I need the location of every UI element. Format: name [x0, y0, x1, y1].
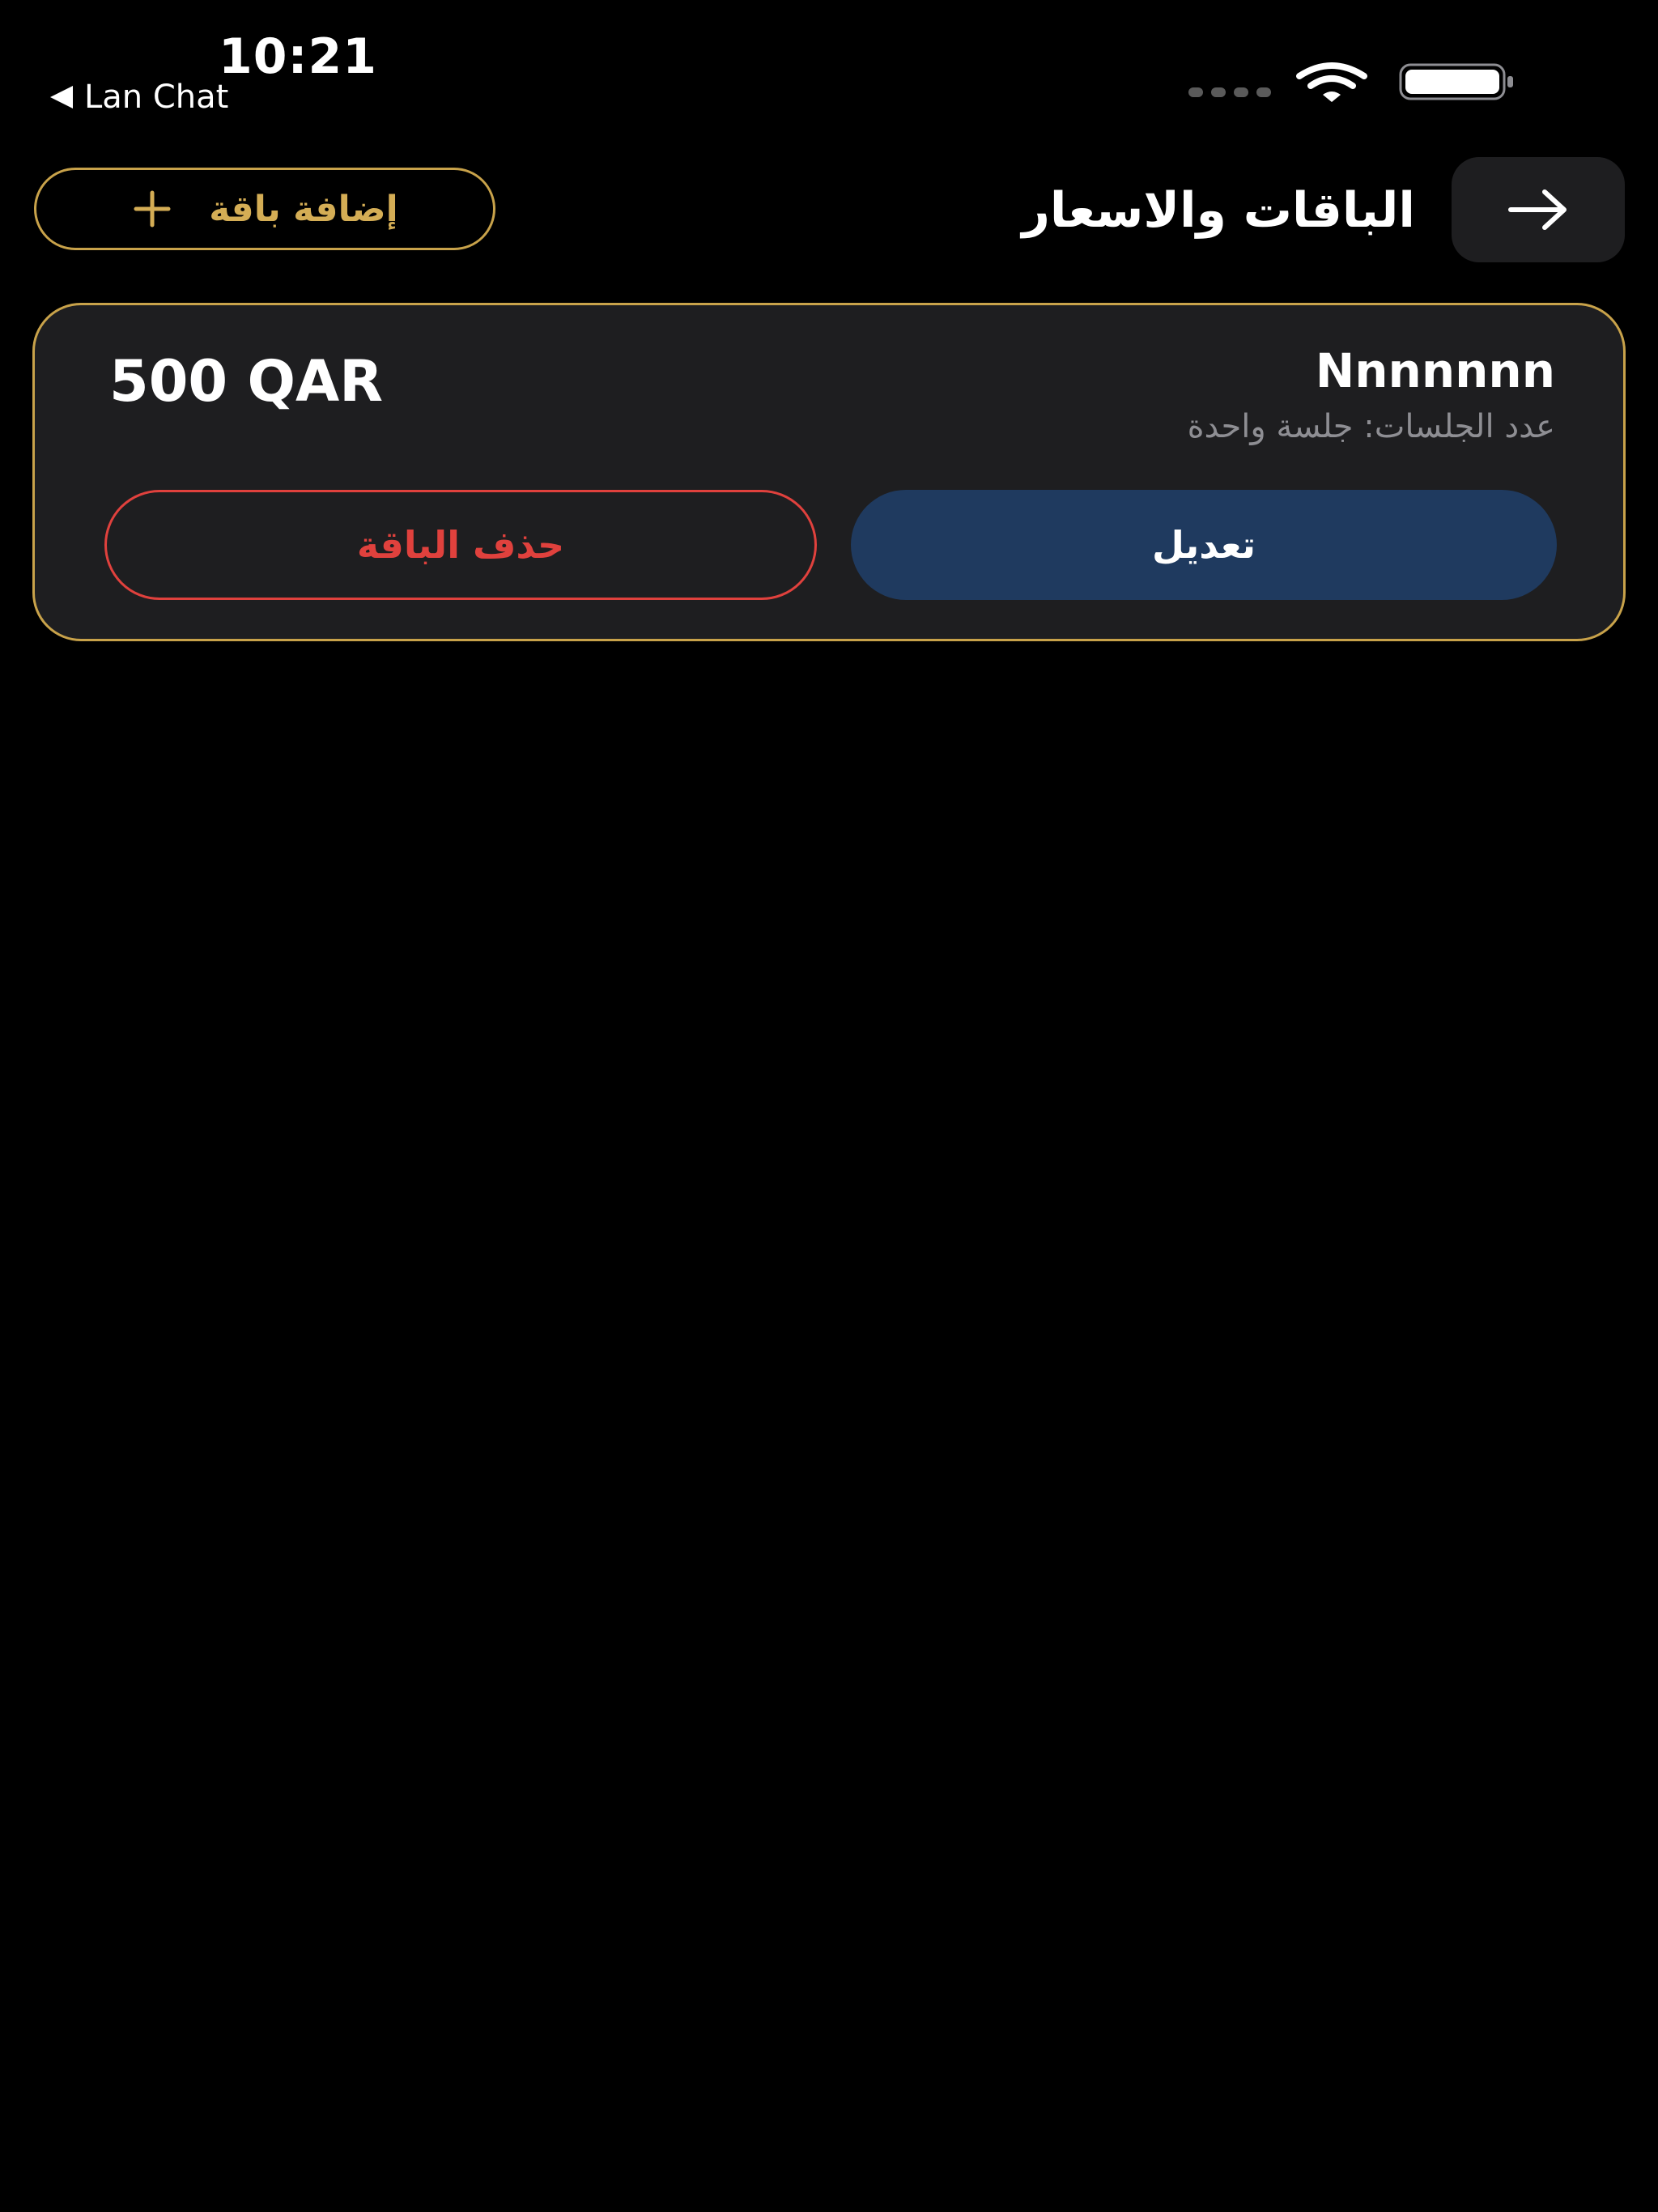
package-price: 500 QAR	[109, 348, 384, 415]
package-card: Nnnnnnn عدد الجلسات: جلسة واحدة 500 QAR …	[32, 303, 1626, 641]
wifi-icon	[1296, 62, 1367, 102]
add-package-button[interactable]: إضافة باقة	[34, 168, 495, 250]
battery-icon	[1399, 63, 1513, 100]
status-time: 10:21	[219, 28, 377, 85]
plus-icon	[134, 190, 171, 228]
back-triangle-icon	[50, 86, 73, 108]
package-name: Nnnnnnn	[1315, 343, 1555, 398]
edit-package-button[interactable]: تعديل	[851, 490, 1557, 600]
delete-package-button[interactable]: حذف الباقة	[104, 490, 817, 600]
back-app-label: Lan Chat	[84, 79, 229, 116]
add-package-label: إضافة باقة	[209, 188, 398, 230]
back-to-app-link[interactable]: Lan Chat	[50, 81, 228, 113]
arrow-right-icon	[1508, 189, 1567, 230]
cellular-signal-icon	[1188, 87, 1271, 97]
page-title: الباقات والاسعار	[1022, 182, 1415, 239]
package-sessions: عدد الجلسات: جلسة واحدة	[1187, 408, 1555, 445]
back-button[interactable]	[1452, 157, 1625, 262]
